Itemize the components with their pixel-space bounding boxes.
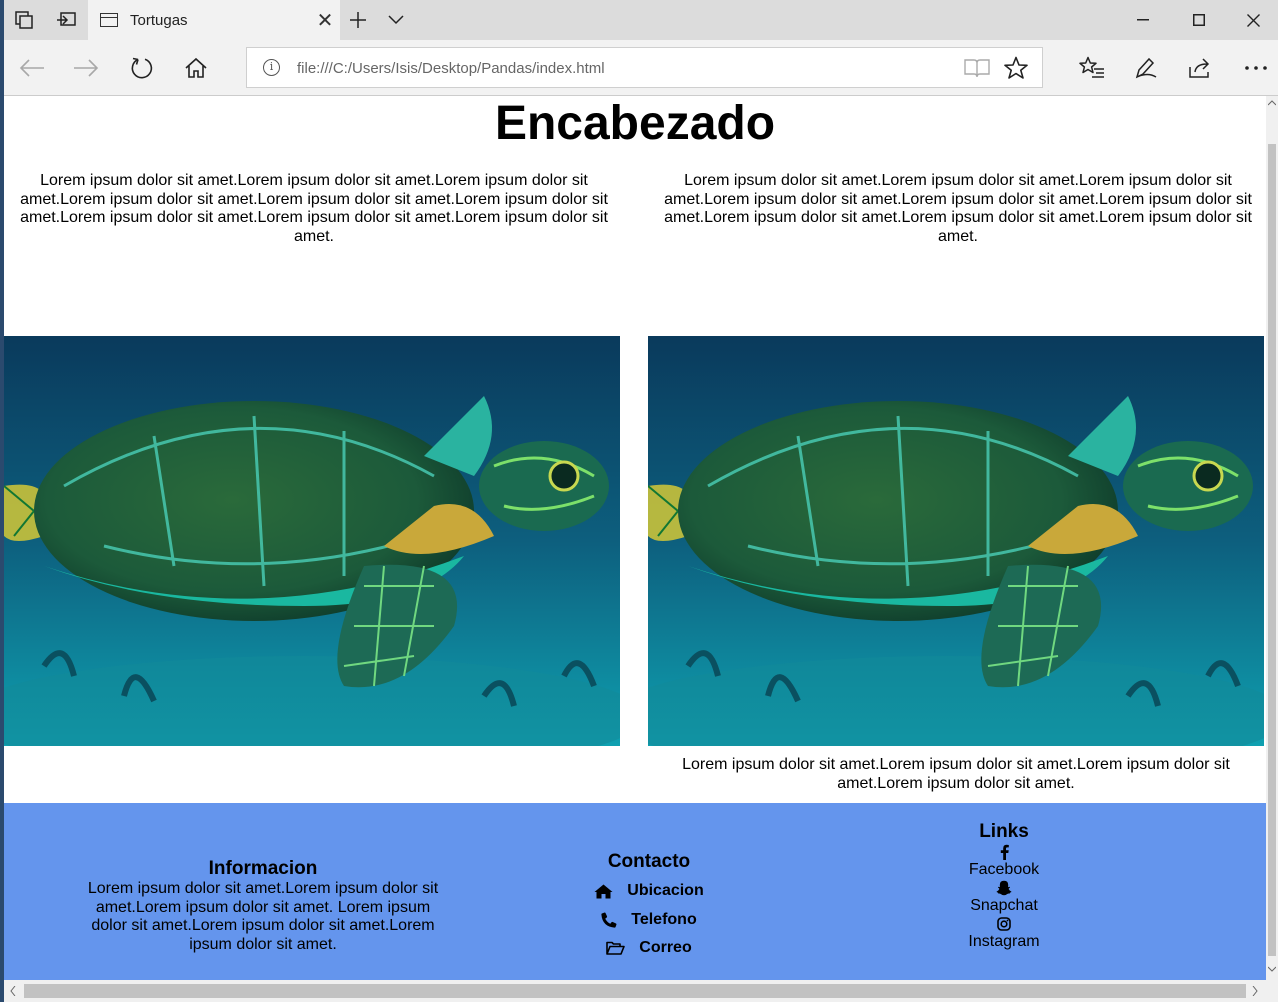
folder-open-icon: [606, 941, 626, 956]
info-icon[interactable]: i: [263, 59, 280, 76]
contact-item-correo[interactable]: Correo: [564, 934, 734, 963]
scroll-down-arrow-icon[interactable]: [1268, 966, 1276, 972]
instagram-icon[interactable]: [934, 915, 1074, 933]
back-arrow-icon[interactable]: [12, 48, 52, 88]
vertical-scrollbar[interactable]: [1266, 96, 1278, 980]
snapchat-icon[interactable]: [934, 879, 1074, 897]
phone-icon: [601, 912, 617, 928]
forward-arrow-icon[interactable]: [66, 48, 106, 88]
scroll-up-arrow-icon[interactable]: [1268, 100, 1276, 106]
pen-notes-icon[interactable]: [1126, 48, 1166, 88]
image-caption: Lorem ipsum dolor sit amet.Lorem ipsum d…: [682, 756, 1230, 792]
page-icon: [100, 13, 118, 27]
close-tab-icon[interactable]: ✕: [310, 8, 340, 33]
info-title: Informacion: [208, 858, 318, 879]
navigation-bar: i file:///C:/Users/Isis/Desktop/Pandas/i…: [4, 40, 1278, 96]
horizontal-scrollbar[interactable]: [4, 980, 1278, 1002]
contact-item-telefono[interactable]: Telefono: [564, 906, 734, 935]
facebook-link[interactable]: Facebook: [934, 861, 1074, 879]
page-heading: Encabezado: [494, 97, 776, 150]
vertical-scroll-thumb[interactable]: [1268, 144, 1276, 956]
favorites-list-icon[interactable]: [1072, 48, 1112, 88]
right-paragraph: Lorem ipsum dolor sit amet.Lorem ipsum d…: [664, 172, 1252, 245]
new-tab-icon[interactable]: [338, 0, 378, 40]
snapchat-link[interactable]: Snapchat: [934, 897, 1074, 915]
instagram-link[interactable]: Instagram: [934, 933, 1074, 951]
footer-info: Informacion Lorem ipsum dolor sit amet.L…: [84, 858, 442, 954]
refresh-icon[interactable]: [122, 48, 162, 88]
turtle-image-right: [648, 336, 1264, 746]
links-title: Links: [979, 821, 1029, 842]
share-icon[interactable]: [1180, 48, 1220, 88]
contact-label: Ubicacion: [627, 882, 704, 900]
info-text: Lorem ipsum dolor sit amet.Lorem ipsum d…: [87, 880, 439, 953]
scroll-right-arrow-icon[interactable]: [1252, 986, 1258, 996]
scroll-left-arrow-icon[interactable]: [10, 986, 16, 996]
reading-view-icon[interactable]: [964, 58, 990, 83]
url-text[interactable]: file:///C:/Users/Isis/Desktop/Pandas/ind…: [297, 60, 605, 77]
tab-title: Tortugas: [130, 11, 188, 29]
footer: Informacion Lorem ipsum dolor sit amet.L…: [4, 803, 1266, 980]
set-aside-tabs-icon[interactable]: [46, 0, 86, 40]
favorite-star-icon[interactable]: [1004, 56, 1028, 85]
close-window-icon[interactable]: [1226, 0, 1278, 40]
footer-contact: Contacto Ubicacion Telefono Correo: [564, 851, 734, 963]
more-options-icon[interactable]: [1236, 48, 1276, 88]
footer-links: Links Facebook Snapchat Instagram: [934, 821, 1074, 951]
tab-tortugas[interactable]: Tortugas ✕: [88, 0, 340, 40]
tab-preview-icon[interactable]: [4, 0, 44, 40]
maximize-icon[interactable]: [1172, 0, 1226, 40]
tab-bar: Tortugas ✕: [4, 0, 1278, 40]
minimize-icon[interactable]: [1116, 0, 1170, 40]
home-icon[interactable]: [176, 48, 216, 88]
facebook-icon[interactable]: [934, 843, 1074, 861]
chevron-down-icon[interactable]: [376, 0, 416, 40]
turtle-image-left: [4, 336, 620, 746]
home-icon: [594, 884, 613, 899]
address-bar[interactable]: i file:///C:/Users/Isis/Desktop/Pandas/i…: [246, 47, 1043, 88]
left-paragraph: Lorem ipsum dolor sit amet.Lorem ipsum d…: [20, 172, 608, 245]
page-content: Encabezado Lorem ipsum dolor sit amet.Lo…: [4, 96, 1266, 980]
contact-label: Correo: [639, 939, 692, 957]
browser-window: Tortugas ✕ i file:///C:/Users/Isis/Deskt…: [4, 0, 1278, 1002]
contact-label: Telefono: [631, 910, 697, 928]
contact-title: Contacto: [607, 851, 691, 872]
contact-item-ubicacion[interactable]: Ubicacion: [564, 877, 734, 906]
horizontal-scroll-thumb[interactable]: [24, 984, 1246, 998]
